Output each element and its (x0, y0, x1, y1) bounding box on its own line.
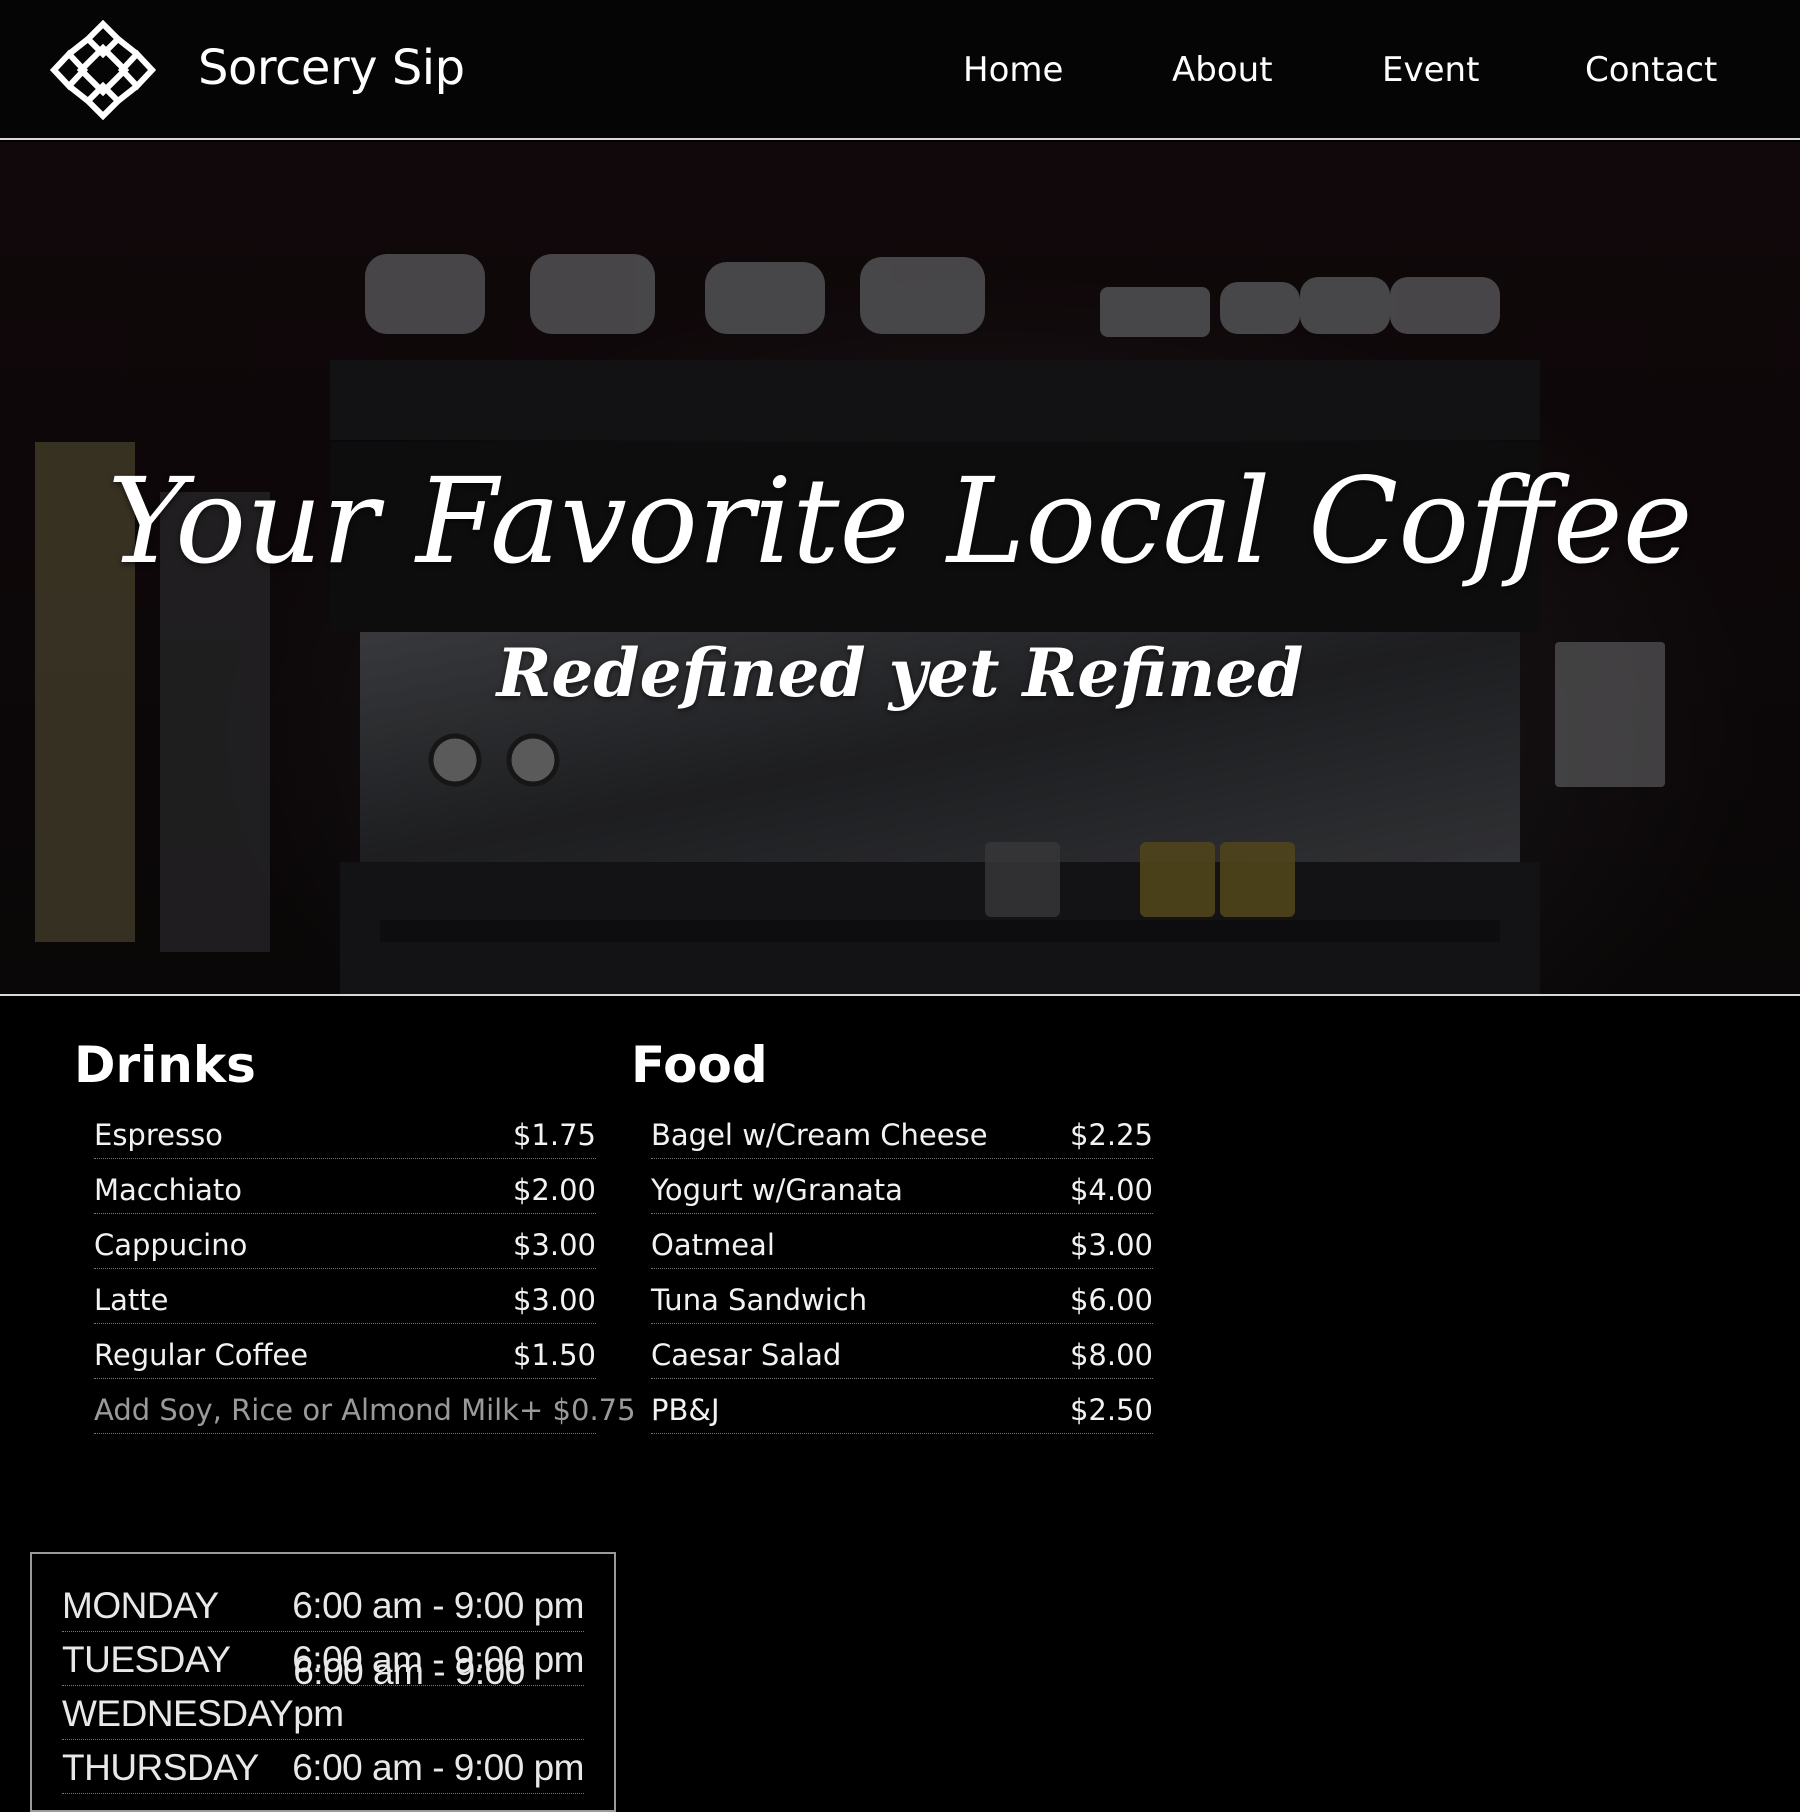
brand-name[interactable]: Sorcery Sip (198, 40, 465, 96)
diamond-knot-logo-icon[interactable] (50, 20, 156, 120)
item-name: Oatmeal (651, 1228, 775, 1262)
nav-home[interactable]: Home (963, 50, 1063, 90)
menu-item: Caesar Salad $8.00 (651, 1324, 1153, 1379)
item-price: $1.75 (512, 1118, 596, 1152)
menu-item: Macchiato $2.00 (94, 1159, 596, 1214)
opening-hours: MONDAY 6:00 am - 9:00 pm TUESDAY 6:00 am… (30, 1552, 616, 1812)
hours-day: THURSDAY (62, 1747, 259, 1788)
nav-contact[interactable]: Contact (1585, 50, 1717, 90)
hours-time: 6:00 am - 9:00 pm (293, 1651, 525, 1734)
hero-banner: Your Favorite Local Coffee Redefined yet… (0, 142, 1800, 996)
menu-item: Regular Coffee $1.50 (94, 1324, 596, 1379)
menu-item-addon: Add Soy, Rice or Almond Milk + $0.75 (94, 1379, 636, 1434)
hours-row: WEDNESDAY 6:00 am - 9:00 pm (62, 1651, 584, 1740)
nav-event[interactable]: Event (1382, 50, 1479, 90)
food-menu: Food Bagel w/Cream Cheese $2.25 Yogurt w… (631, 1036, 1153, 1434)
item-price: $6.00 (1069, 1283, 1153, 1317)
item-name: Tuna Sandwich (651, 1283, 868, 1317)
hours-row: THURSDAY 6:00 am - 9:00 pm (62, 1740, 584, 1794)
item-name: Yogurt w/Granata (651, 1173, 903, 1207)
drinks-heading: Drinks (74, 1036, 256, 1094)
item-price: $2.00 (512, 1173, 596, 1207)
item-price: $2.25 (1069, 1118, 1153, 1152)
item-price: + $0.75 (519, 1393, 636, 1427)
item-name: Bagel w/Cream Cheese (651, 1118, 988, 1152)
menu-item: Yogurt w/Granata $4.00 (651, 1159, 1153, 1214)
item-price: $2.50 (1069, 1393, 1153, 1427)
drinks-menu: Drinks Espresso $1.75 Macchiato $2.00 Ca… (74, 1036, 636, 1434)
item-name: Regular Coffee (94, 1338, 309, 1372)
item-name: Caesar Salad (651, 1338, 842, 1372)
menu-item: Bagel w/Cream Cheese $2.25 (651, 1104, 1153, 1159)
item-name: Macchiato (94, 1173, 243, 1207)
drinks-list: Espresso $1.75 Macchiato $2.00 Cappucino… (94, 1104, 636, 1434)
hours-row: MONDAY 6:00 am - 9:00 pm (62, 1578, 584, 1632)
hours-day: TUESDAY (62, 1639, 231, 1680)
item-price: $1.50 (512, 1338, 596, 1372)
menu-item: PB&J $2.50 (651, 1379, 1153, 1434)
item-price: $3.00 (1069, 1228, 1153, 1262)
hours-day: MONDAY (62, 1585, 219, 1626)
food-list: Bagel w/Cream Cheese $2.25 Yogurt w/Gran… (651, 1104, 1153, 1434)
hero-subtitle: Redefined yet Refined (496, 634, 1304, 712)
menu-item: Cappucino $3.00 (94, 1214, 596, 1269)
item-price: $4.00 (1069, 1173, 1153, 1207)
item-name: Espresso (94, 1118, 223, 1152)
item-price: $3.00 (512, 1283, 596, 1317)
food-heading: Food (631, 1036, 768, 1094)
menu-item: Latte $3.00 (94, 1269, 596, 1324)
menu-item: Espresso $1.75 (94, 1104, 596, 1159)
item-price: $3.00 (512, 1228, 596, 1262)
menu-item: Oatmeal $3.00 (651, 1214, 1153, 1269)
site-header: Sorcery Sip Home About Event Contact (0, 0, 1800, 140)
item-name: Latte (94, 1283, 169, 1317)
hero-title: Your Favorite Local Coffee (107, 452, 1693, 590)
item-price: $8.00 (1069, 1338, 1153, 1372)
item-name: Add Soy, Rice or Almond Milk (94, 1393, 520, 1427)
menu-item: Tuna Sandwich $6.00 (651, 1269, 1153, 1324)
item-name: Cappucino (94, 1228, 248, 1262)
hours-time: 6:00 am - 9:00 pm (292, 1747, 584, 1788)
hours-day: WEDNESDAY (62, 1693, 294, 1734)
hours-time: 6:00 am - 9:00 pm (292, 1585, 584, 1626)
nav-about[interactable]: About (1172, 50, 1273, 90)
item-name: PB&J (651, 1393, 720, 1427)
